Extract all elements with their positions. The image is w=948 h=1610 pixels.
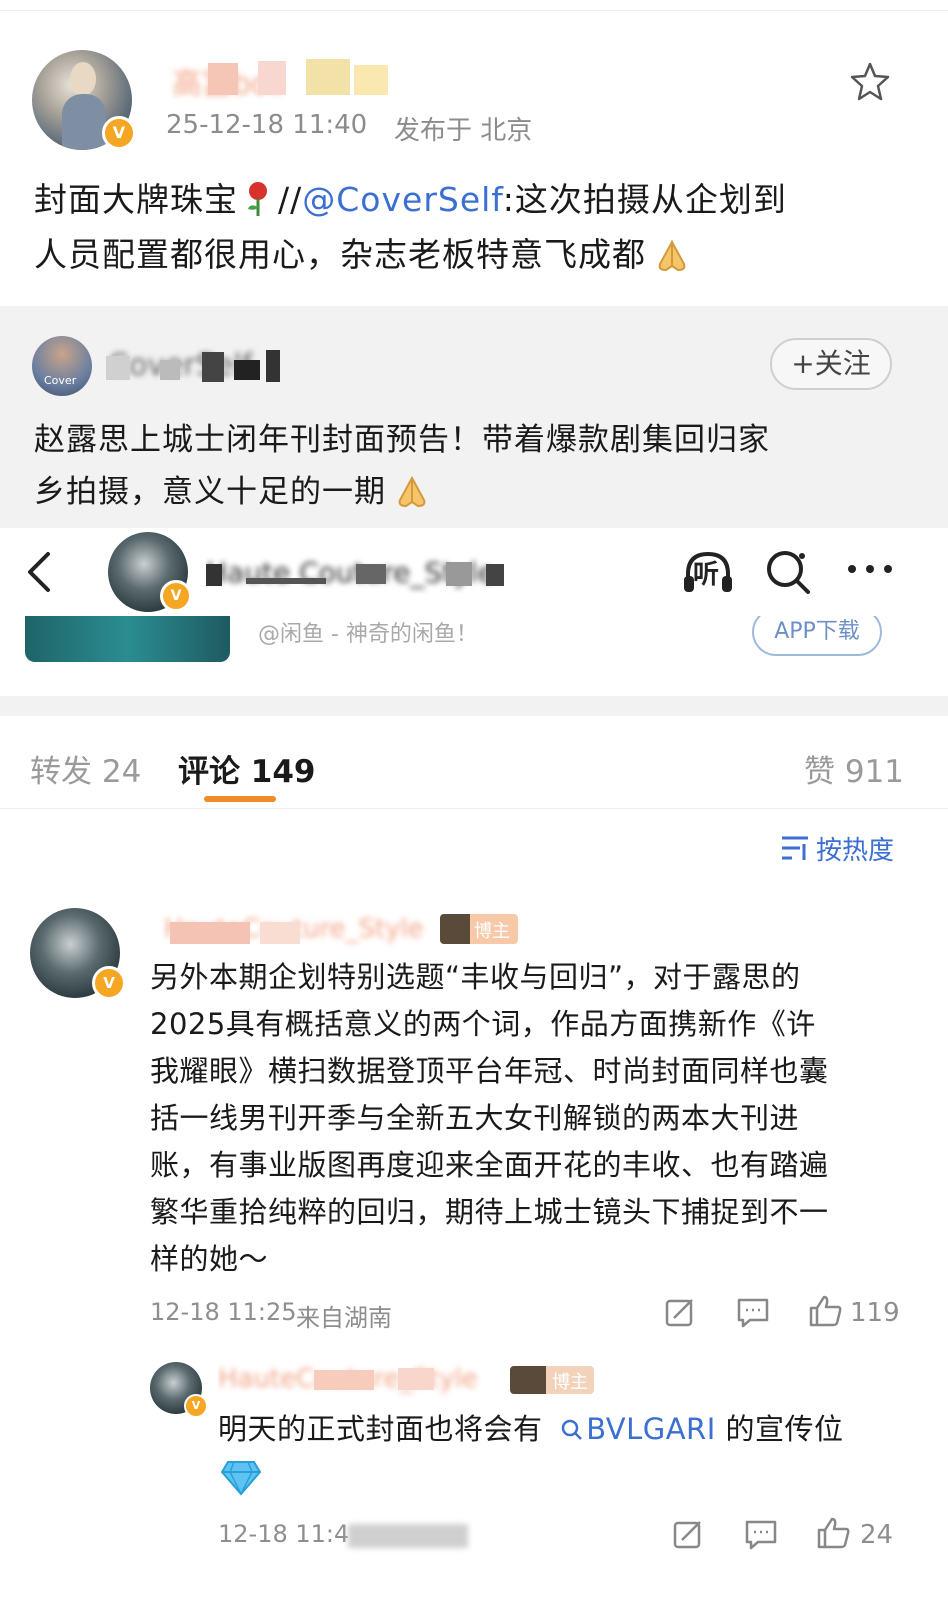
tab-like[interactable]: 赞 911 — [804, 746, 904, 791]
section-divider — [0, 696, 948, 716]
author-badge: 博主 — [440, 914, 518, 944]
profile-username[interactable]: Haute Couture_Style — [206, 554, 516, 594]
app-download-button[interactable]: APP下载 — [752, 616, 882, 656]
repost-icon[interactable] — [672, 1518, 704, 1550]
sort-icon[interactable] — [780, 834, 810, 862]
follow-button[interactable]: +关注 — [770, 338, 892, 390]
post-body-line1: 封面大牌珠宝 //@CoverSelf:这次拍摄从企划到 — [34, 180, 787, 219]
more-icon[interactable] — [846, 562, 894, 576]
ad-strip: @闲鱼 - 神奇的闲鱼！ APP下载 — [0, 616, 948, 696]
tab-comment[interactable]: 评论 149 — [178, 746, 316, 791]
verified-badge-icon: V — [184, 1394, 208, 1418]
comment-like-count: 119 — [850, 1298, 900, 1328]
quoted-author-avatar[interactable]: Cover — [32, 336, 92, 396]
quoted-body: 赵露思上城士闭年刊封面预告！带着爆款剧集回归家 乡拍摄，意义十足的一期 — [34, 414, 914, 518]
post-header: V 高富bot 25-12-18 11:40 发布于 北京 封面大牌珠宝 //@… — [0, 0, 948, 310]
mention-link[interactable]: @CoverSelf — [302, 180, 503, 219]
comment-icon[interactable] — [744, 1518, 778, 1550]
listen-label: 听 — [693, 560, 720, 590]
ad-image[interactable] — [25, 616, 230, 662]
comment-time: 12-18 11:25 — [150, 1298, 297, 1326]
quoted-author-name[interactable]: CoverSelf — [106, 346, 306, 390]
sort-label[interactable]: 按热度 — [816, 830, 894, 867]
reply-time: 12-18 11:4 — [218, 1520, 350, 1548]
post-body: 封面大牌珠宝 //@CoverSelf:这次拍摄从企划到 人员配置都很用心，杂志… — [34, 172, 914, 282]
verified-badge-icon: V — [160, 580, 192, 612]
tab-bar: 转发 24 评论 149 赞 911 — [0, 716, 948, 808]
ad-text: @闲鱼 - 神奇的闲鱼！ — [258, 622, 478, 647]
comment-icon[interactable] — [736, 1296, 770, 1328]
comment-author-name[interactable]: HauteCouture_Style — [150, 910, 430, 950]
comment-location: 来自湖南 — [296, 1304, 392, 1332]
pray-icon — [398, 475, 426, 508]
reply-like-count: 24 — [860, 1520, 894, 1550]
tab-active-underline — [204, 796, 276, 802]
back-icon[interactable] — [24, 550, 54, 594]
rose-icon — [248, 182, 267, 216]
post-timestamp: 25-12-18 11:40 — [166, 110, 368, 140]
tab-repost[interactable]: 转发 24 — [30, 746, 141, 791]
post-body-line2: 人员配置都很用心，杂志老板特意飞成都 — [34, 227, 914, 282]
author-badge: 博主 — [510, 1366, 594, 1394]
post-location: 发布于 北京 — [394, 116, 533, 146]
pray-icon — [658, 239, 686, 272]
repost-icon[interactable] — [664, 1296, 696, 1328]
comment-body: 另外本期企划特别选题“丰收与回归”，对于露思的 2025具有概括意义的两个词，作… — [150, 960, 829, 1276]
reply-body: 明天的正式封面也将会有 BVLGARI 的宣传位 — [218, 1412, 844, 1446]
quoted-post[interactable]: Cover CoverSelf +关注 赵露思上城士闭年刊封面预告！带着爆款剧集… — [0, 306, 948, 528]
star-icon[interactable] — [848, 60, 892, 104]
search-topic-icon — [561, 1419, 583, 1440]
like-icon[interactable] — [808, 1294, 844, 1328]
like-icon[interactable] — [816, 1516, 852, 1550]
top-nav-bar: V Haute Couture_Style 听 — [0, 528, 948, 616]
topic-link[interactable]: BVLGARI — [552, 1412, 716, 1446]
verified-badge-icon: V — [102, 116, 136, 150]
reply-location — [348, 1524, 468, 1548]
search-icon[interactable] — [762, 546, 814, 598]
tab-divider — [0, 808, 948, 809]
verified-badge-icon: V — [92, 966, 126, 1000]
post-author-name[interactable]: 高富bot — [168, 55, 408, 103]
reply-author-name[interactable]: HauteCouture_Style — [218, 1362, 508, 1400]
top-divider — [0, 10, 948, 11]
quoted-body-line2: 乡拍摄，意义十足的一期 — [34, 466, 914, 518]
diamond-icon — [220, 1461, 262, 1496]
